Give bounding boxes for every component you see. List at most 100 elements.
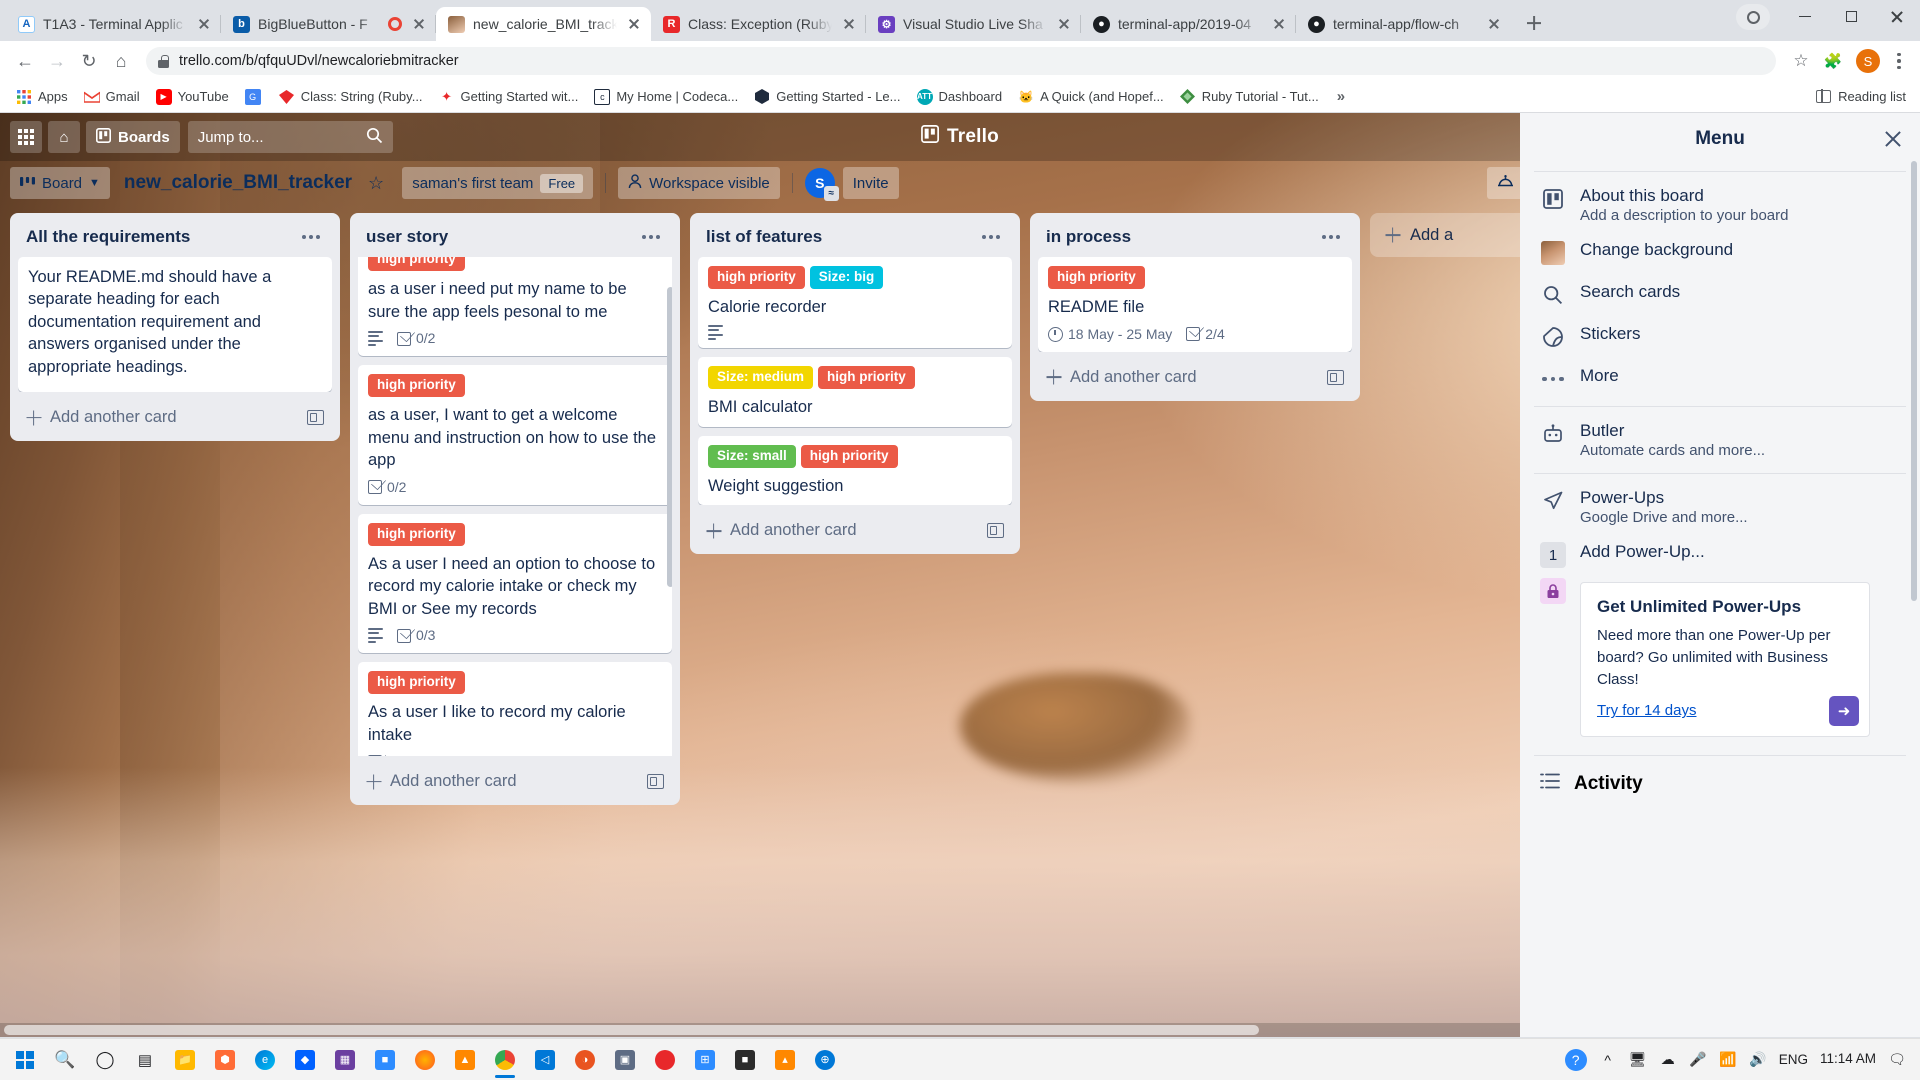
card[interactable]: high priority as a user, I want to get a… xyxy=(358,365,672,505)
card[interactable]: high priority README file 18 May - 25 Ma… xyxy=(1038,257,1352,352)
taskbar-vlc-icon[interactable]: ▲ xyxy=(446,1041,484,1079)
taskbar-camera-icon[interactable]: ▣ xyxy=(606,1041,644,1079)
bookmark-getting-started-with[interactable]: ✦ Getting Started wit... xyxy=(433,85,585,109)
language-indicator[interactable]: ENG xyxy=(1779,1052,1808,1067)
taskbar-postman-icon[interactable]: ⬢ xyxy=(206,1041,244,1079)
close-icon[interactable] xyxy=(1882,128,1904,150)
bookmark-apps[interactable]: Apps xyxy=(10,85,74,109)
card-label[interactable]: Size: big xyxy=(810,266,884,289)
promo-cta-link[interactable]: Try for 14 days xyxy=(1597,702,1696,719)
tab-close-icon[interactable] xyxy=(195,15,213,33)
back-button[interactable]: ← xyxy=(10,46,40,76)
menu-item-about-this-board[interactable]: About this board Add a description to yo… xyxy=(1534,178,1906,232)
minimize-button[interactable] xyxy=(1782,0,1828,33)
card-label[interactable]: high priority xyxy=(818,366,915,389)
card-label[interactable]: high priority xyxy=(708,266,805,289)
taskbar-record-icon[interactable] xyxy=(646,1041,684,1079)
taskbar-globe-icon[interactable]: ⊕ xyxy=(806,1041,844,1079)
list-scrollbar[interactable] xyxy=(667,287,672,587)
taskbar-edge-icon[interactable]: e xyxy=(246,1041,284,1079)
taskbar-store-icon[interactable]: ▦ xyxy=(326,1041,364,1079)
board-view-switcher[interactable]: Board ▼ xyxy=(10,167,110,199)
list-actions-icon[interactable] xyxy=(978,231,1004,243)
card[interactable]: Size: medium high priority BMI calculato… xyxy=(698,357,1012,427)
card-label[interactable]: high priority xyxy=(368,523,465,546)
card[interactable]: high priority As a user I need an option… xyxy=(358,514,672,654)
list-actions-icon[interactable] xyxy=(1318,231,1344,243)
bookmark-getting-started-le[interactable]: Getting Started - Le... xyxy=(748,85,906,109)
menu-scrollbar[interactable] xyxy=(1911,161,1917,601)
browser-tab[interactable]: A T1A3 - Terminal Applic xyxy=(6,7,221,41)
add-another-card-button[interactable]: Add another card xyxy=(366,772,517,791)
card-template-icon[interactable] xyxy=(1327,370,1344,385)
new-tab-button[interactable] xyxy=(1519,8,1549,38)
mic-icon[interactable]: 🎤 xyxy=(1689,1051,1707,1069)
clock[interactable]: 11:14 AM xyxy=(1820,1051,1876,1068)
menu-item-more[interactable]: More xyxy=(1534,358,1906,400)
card-label[interactable]: high priority xyxy=(801,445,898,468)
card[interactable]: Size: small high priority Weight suggest… xyxy=(698,436,1012,506)
taskbar-search-icon[interactable]: 🔍 xyxy=(46,1041,84,1079)
taskbar-ubuntu-icon[interactable]: ◑ xyxy=(566,1041,604,1079)
card-template-icon[interactable] xyxy=(647,774,664,789)
card-template-icon[interactable] xyxy=(307,410,324,425)
add-another-card-button[interactable]: Add another card xyxy=(1046,368,1197,387)
tab-close-icon[interactable] xyxy=(1485,15,1503,33)
add-another-card-button[interactable]: Add another card xyxy=(26,408,177,427)
tab-close-icon[interactable] xyxy=(840,15,858,33)
card-label[interactable]: high priority xyxy=(368,671,465,694)
star-board-button[interactable]: ☆ xyxy=(366,167,394,199)
browser-tab[interactable]: ● terminal-app/flow-ch xyxy=(1296,7,1511,41)
bookmark-star-icon[interactable]: ☆ xyxy=(1786,46,1816,76)
menu-item-stickers[interactable]: Stickers xyxy=(1534,316,1906,358)
list-actions-icon[interactable] xyxy=(298,231,324,243)
close-window-button[interactable] xyxy=(1874,0,1920,33)
card-label[interactable]: high priority xyxy=(368,257,465,271)
card-label[interactable]: high priority xyxy=(1048,266,1145,289)
show-hidden-icons-arrow[interactable]: ^ xyxy=(1599,1051,1617,1069)
menu-item-change-background[interactable]: Change background xyxy=(1534,232,1906,274)
forward-button[interactable]: → xyxy=(42,46,72,76)
browser-tab[interactable]: ⚙ Visual Studio Live Sha xyxy=(866,7,1081,41)
home-button[interactable]: ⌂ xyxy=(106,46,136,76)
bookmark-dashboard[interactable]: ATT Dashboard xyxy=(911,85,1009,109)
browser-tab-active[interactable]: new_calorie_BMI_track xyxy=(436,7,651,41)
menu-item-search-cards[interactable]: Search cards xyxy=(1534,274,1906,316)
browser-tab[interactable]: R Class: Exception (Ruby xyxy=(651,7,866,41)
chrome-profile-avatar[interactable]: S xyxy=(1856,49,1880,73)
profile-pill-button[interactable] xyxy=(1736,4,1770,30)
visibility-button[interactable]: Workspace visible xyxy=(618,167,780,199)
card-label[interactable]: high priority xyxy=(368,374,465,397)
card[interactable]: high priority as a user i need put my na… xyxy=(358,257,672,356)
reading-list-button[interactable]: Reading list xyxy=(1816,89,1910,104)
reload-button[interactable]: ↻ xyxy=(74,46,104,76)
due-date-badge[interactable]: 18 May - 25 May xyxy=(1048,325,1172,344)
tab-close-icon[interactable] xyxy=(1270,15,1288,33)
taskbar-cortana-icon[interactable]: ◯ xyxy=(86,1041,124,1079)
invite-button[interactable]: Invite xyxy=(843,167,899,199)
tab-close-icon[interactable] xyxy=(625,15,643,33)
scrollbar-thumb[interactable] xyxy=(4,1025,1259,1035)
home-button[interactable]: ⌂ xyxy=(48,121,80,153)
tab-close-icon[interactable] xyxy=(410,15,428,33)
bookmark-codecademy[interactable]: c My Home | Codeca... xyxy=(588,85,744,109)
taskbar-dropbox-icon[interactable]: ◆ xyxy=(286,1041,324,1079)
team-button[interactable]: saman's first team Free xyxy=(402,167,593,199)
taskbar-firefox-icon[interactable] xyxy=(406,1041,444,1079)
apps-switcher-button[interactable] xyxy=(10,121,42,153)
bookmark-ruby-string[interactable]: Class: String (Ruby... xyxy=(273,85,429,109)
chrome-menu-button[interactable] xyxy=(1888,53,1910,70)
card[interactable]: high priority As a user I like to record… xyxy=(358,662,672,756)
add-another-card-button[interactable]: Add another card xyxy=(706,521,857,540)
maximize-button[interactable] xyxy=(1828,0,1874,33)
board-member-avatar[interactable]: S xyxy=(805,168,835,198)
bookmarks-overflow-button[interactable]: » xyxy=(1329,88,1353,105)
card-label[interactable]: Size: small xyxy=(708,445,796,468)
bookmark-ruby-tutorial[interactable]: Ruby Tutorial - Tut... xyxy=(1174,85,1325,109)
taskbar-file-explorer-icon[interactable]: 📁 xyxy=(166,1041,204,1079)
card-label[interactable]: Size: medium xyxy=(708,366,813,389)
browser-tab[interactable]: b BigBlueButton - F xyxy=(221,7,436,41)
notification-icon[interactable]: 🗨 xyxy=(1888,1051,1906,1069)
volume-icon[interactable]: 🔊 xyxy=(1749,1051,1767,1069)
address-bar[interactable]: trello.com/b/qfquUDvl/newcaloriebmitrack… xyxy=(146,47,1776,75)
